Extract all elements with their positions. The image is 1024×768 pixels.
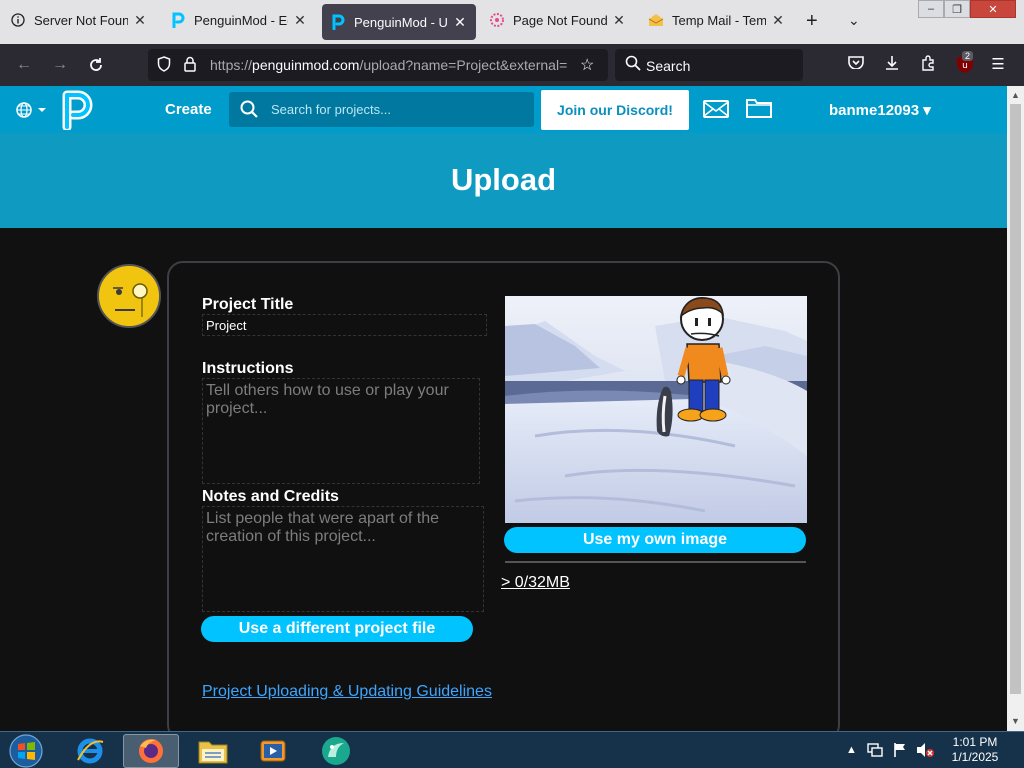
scroll-up-arrow-icon[interactable]: ▲: [1011, 90, 1020, 100]
project-title-label: Project Title: [202, 296, 294, 313]
close-icon[interactable]: ✕: [611, 12, 627, 29]
page-banner: Upload: [0, 133, 1007, 228]
app-globe-icon[interactable]: [308, 734, 364, 768]
clock-time: 1:01 PM: [952, 735, 998, 749]
volume-muted-icon[interactable]: [916, 742, 934, 761]
my-stuff-folder-icon[interactable]: [746, 97, 772, 119]
forward-arrow-icon[interactable]: →: [48, 53, 72, 77]
network-icon[interactable]: [867, 742, 883, 761]
project-thumbnail: [505, 296, 807, 523]
search-icon: [240, 100, 258, 123]
tab-title: Temp Mail - Temporary: [672, 12, 766, 28]
notes-credits-textarea[interactable]: List people that were apart of the creat…: [202, 506, 484, 612]
tab-penguinmod-upload[interactable]: PenguinMod - Upload ✕: [322, 4, 476, 40]
bookmark-star-icon[interactable]: ☆: [580, 55, 594, 75]
windows-taskbar: ▲ 1:01 PM 1/1/2025: [0, 731, 1024, 768]
project-search-input[interactable]: Search for projects...: [229, 92, 534, 127]
messages-mail-icon[interactable]: [703, 98, 729, 120]
scroll-down-arrow-icon[interactable]: ▼: [1011, 716, 1020, 726]
mail-icon: [648, 12, 664, 28]
user-avatar[interactable]: [97, 264, 161, 328]
back-arrow-icon[interactable]: ←: [12, 53, 36, 77]
close-icon[interactable]: ✕: [132, 12, 148, 29]
search-bar-label: Search: [646, 58, 691, 74]
show-hidden-icons-arrow[interactable]: ▲: [846, 744, 857, 756]
url-text[interactable]: https://penguinmod.com/upload?name=Proje…: [210, 57, 570, 73]
user-menu[interactable]: banme12093 ▾: [829, 101, 931, 119]
media-player-icon[interactable]: [245, 734, 301, 768]
tab-title: PenguinMod - Upload: [354, 14, 448, 30]
join-discord-button[interactable]: Join our Discord!: [541, 90, 689, 130]
tab-server-not-found[interactable]: Server Not Found ✕: [2, 2, 156, 38]
tab-temp-mail[interactable]: Temp Mail - Temporary ✕: [640, 2, 794, 38]
web-search-bar[interactable]: Search: [615, 49, 803, 81]
page-title: Upload: [450, 162, 557, 197]
window-controls: – ❐ ✕: [918, 0, 1018, 18]
penguinmod-icon: [170, 12, 186, 28]
project-title-input[interactable]: Project: [202, 314, 487, 336]
penguinmod-icon: [330, 14, 346, 30]
internet-explorer-icon[interactable]: [62, 734, 118, 768]
divider: [505, 561, 806, 563]
firefox-icon[interactable]: [123, 734, 179, 768]
instructions-textarea[interactable]: Tell others how to use or play your proj…: [202, 378, 480, 484]
page-scrollbar[interactable]: ▲ ▼: [1007, 86, 1024, 731]
browser-toolbar: ← → https://penguinmod.com/upload?name=P…: [0, 44, 1024, 86]
penguinmod-logo[interactable]: [58, 90, 94, 130]
extension-badge: 2: [962, 51, 974, 61]
shield-icon[interactable]: [157, 56, 171, 75]
search-placeholder: Search for projects...: [271, 102, 391, 117]
minimize-button[interactable]: –: [918, 0, 944, 18]
lock-icon[interactable]: [184, 56, 196, 75]
reload-icon[interactable]: [84, 53, 108, 77]
project-size-link[interactable]: > 0/32MB: [501, 574, 570, 592]
clock-date: 1/1/2025: [951, 750, 999, 764]
tab-title: Page Not Found -: [513, 12, 607, 28]
action-center-flag-icon[interactable]: [892, 742, 908, 761]
instructions-label: Instructions: [202, 360, 294, 377]
close-icon[interactable]: ✕: [292, 12, 308, 29]
flower-icon: [489, 12, 505, 28]
svg-text:u: u: [962, 61, 968, 71]
download-icon[interactable]: [882, 55, 902, 75]
restore-button[interactable]: ❐: [944, 0, 970, 18]
list-all-tabs-icon[interactable]: ⌄: [848, 12, 860, 29]
system-clock[interactable]: 1:01 PM 1/1/2025: [940, 735, 1010, 765]
url-bar[interactable]: https://penguinmod.com/upload?name=Proje…: [148, 49, 608, 81]
moon-theme-icon[interactable]: [122, 98, 136, 123]
search-icon: [625, 55, 641, 74]
extensions-icon[interactable]: [918, 55, 938, 75]
tab-title: PenguinMod - Editor: [194, 12, 288, 28]
menu-icon[interactable]: ☰: [988, 55, 1008, 73]
use-my-own-image-button[interactable]: Use my own image: [504, 527, 806, 553]
upload-guidelines-link[interactable]: Project Uploading & Updating Guidelines: [202, 683, 492, 701]
scrollbar-thumb[interactable]: [1010, 104, 1021, 694]
globe-language-icon[interactable]: [16, 101, 46, 124]
new-tab-button[interactable]: +: [806, 10, 818, 33]
create-link[interactable]: Create: [165, 101, 212, 118]
file-explorer-icon[interactable]: [185, 734, 241, 768]
tab-penguinmod-editor[interactable]: PenguinMod - Editor ✕: [162, 2, 316, 38]
info-icon: [10, 12, 26, 28]
browser-tab-strip: Server Not Found ✕ PenguinMod - Editor ✕…: [0, 0, 1024, 44]
windows-start-icon[interactable]: [8, 734, 44, 768]
tab-title: Server Not Found: [34, 12, 128, 28]
close-window-button[interactable]: ✕: [970, 0, 1016, 18]
use-different-project-file-button[interactable]: Use a different project file: [201, 616, 473, 642]
caret-down-icon: ▾: [923, 102, 931, 119]
site-header: Create Search for projects... Join our D…: [0, 86, 1007, 133]
username: banme12093: [829, 102, 920, 119]
close-icon[interactable]: ✕: [770, 12, 786, 29]
notes-credits-label: Notes and Credits: [202, 488, 339, 505]
pocket-icon[interactable]: [846, 55, 866, 73]
close-icon[interactable]: ✕: [452, 14, 468, 31]
tab-page-not-found[interactable]: Page Not Found - ✕: [481, 2, 635, 38]
